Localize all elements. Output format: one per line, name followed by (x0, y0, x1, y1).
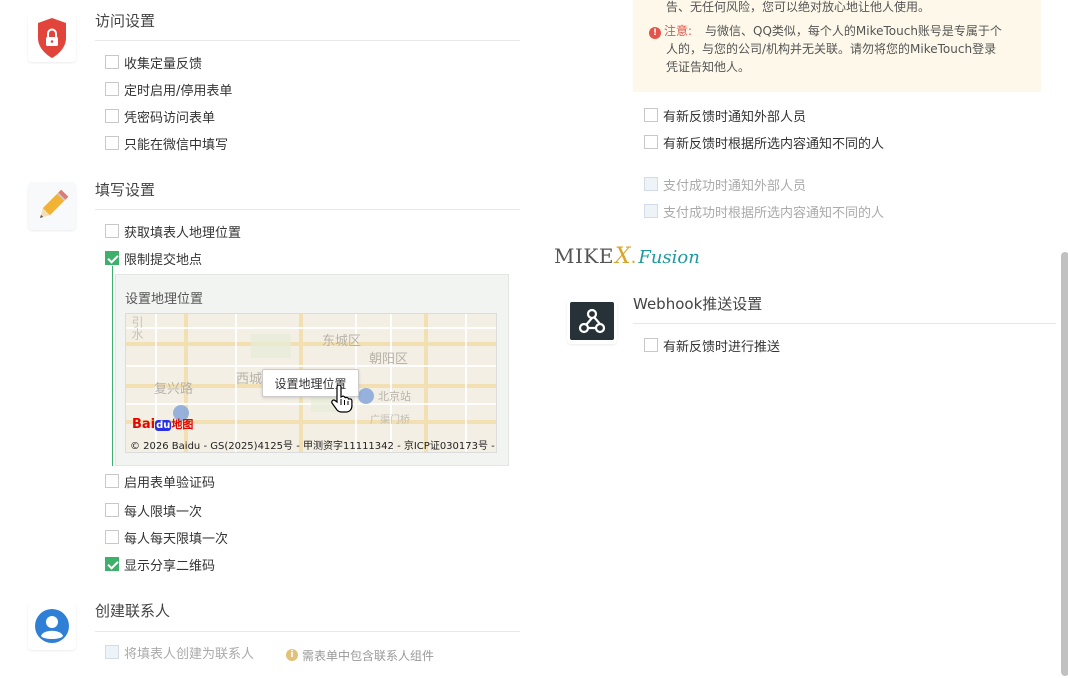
divider (95, 209, 520, 210)
webhook-title: Webhook推送设置 (633, 295, 763, 313)
pencil-icon (28, 182, 76, 230)
checkbox-disabled[interactable] (644, 177, 658, 191)
map-place-label: 北京站 (378, 390, 411, 403)
warning-icon: ! (649, 27, 661, 39)
contact-hint: i 需表单中包含联系人组件 (286, 645, 434, 665)
scrollbar[interactable] (1061, 252, 1068, 676)
checkbox[interactable] (105, 224, 119, 238)
map-place-label: 朝阳区 (369, 352, 409, 367)
contact-avatar-icon (28, 602, 76, 650)
checkbox[interactable] (105, 55, 119, 69)
option-restrict-location[interactable]: 限制提交地点 (105, 248, 202, 268)
checkbox[interactable] (644, 108, 658, 122)
option-notify-by-content[interactable]: 有新反馈时根据所选内容通知不同的人 (644, 132, 884, 152)
map-place-label: 引水 (130, 316, 144, 340)
option-wechat-only[interactable]: 只能在微信中填写 (105, 133, 228, 153)
checkbox[interactable] (105, 503, 119, 517)
map-place-label: 复兴路 (154, 382, 194, 397)
map-place-label: 广渠门桥 (370, 415, 410, 426)
access-settings-title: 访问设置 (95, 12, 156, 30)
map-place-label: 东城区 (322, 334, 362, 349)
map-place-label: 西城 (236, 372, 263, 387)
divider (95, 631, 520, 632)
option-get-location[interactable]: 获取填表人地理位置 (105, 221, 241, 241)
notice-line: 与微信、QQ类似，每个人的MikeTouch账号是专属于个 (705, 24, 1002, 38)
option-collect-quantitative[interactable]: 收集定量反馈 (105, 52, 202, 72)
notice-label: 注意: (664, 24, 693, 38)
option-once-per-day[interactable]: 每人每天限填一次 (105, 527, 228, 547)
option-once-per-person[interactable]: 每人限填一次 (105, 500, 202, 520)
contact-title: 创建联系人 (95, 602, 171, 620)
option-password-access[interactable]: 凭密码访问表单 (105, 106, 215, 126)
option-scheduled-enable[interactable]: 定时启用/停用表单 (105, 79, 232, 99)
checkbox[interactable] (105, 136, 119, 150)
divider (95, 40, 520, 41)
option-captcha[interactable]: 启用表单验证码 (105, 471, 215, 491)
map-copyright: © 2026 Baidu - GS(2025)4125号 - 甲测资字11111… (130, 441, 497, 452)
mikex-fusion-logo: MIKEX. Fusion (554, 244, 700, 269)
checkbox-disabled[interactable] (105, 645, 119, 659)
map-panel-rule (112, 266, 113, 466)
pointer-cursor-icon (331, 384, 353, 417)
checkbox[interactable] (105, 530, 119, 544)
checkbox[interactable] (105, 109, 119, 123)
notice-line: 人的，与您的公司/机构并无关联。请勿将您的MikeTouch登录 (666, 42, 997, 56)
webhook-icon (567, 298, 617, 344)
checkbox[interactable] (644, 338, 658, 352)
option-notify-external[interactable]: 有新反馈时通知外部人员 (644, 105, 806, 125)
notice-line: 凭证告知他人。 (666, 60, 751, 74)
checkbox-checked[interactable] (105, 557, 119, 571)
info-icon: i (286, 649, 298, 661)
checkbox[interactable] (105, 82, 119, 96)
checkbox[interactable] (644, 135, 658, 149)
checkbox-disabled[interactable] (644, 204, 658, 218)
notice-top-line: 告、无任何风险，您可以绝对放心地让他人使用。 (666, 0, 931, 14)
checkbox[interactable] (105, 474, 119, 488)
option-create-contact[interactable]: 将填表人创建为联系人 (105, 642, 254, 662)
baidu-map-logo: Baidu地图 (132, 417, 194, 432)
option-pay-notify-by-content[interactable]: 支付成功时根据所选内容通知不同的人 (644, 201, 884, 221)
option-webhook-push[interactable]: 有新反馈时进行推送 (644, 335, 780, 355)
option-pay-notify-external[interactable]: 支付成功时通知外部人员 (644, 174, 806, 194)
option-share-qrcode[interactable]: 显示分享二维码 (105, 554, 215, 574)
location-heading: 设置地理位置 (125, 292, 204, 307)
access-settings-icon (28, 14, 76, 62)
checkbox-checked[interactable] (105, 251, 119, 265)
security-notice: 告、无任何风险，您可以绝对放心地让他人使用。 ! 注意: 与微信、QQ类似，每个人… (633, 0, 1041, 92)
divider (633, 323, 1056, 324)
fill-settings-title: 填写设置 (95, 181, 156, 199)
